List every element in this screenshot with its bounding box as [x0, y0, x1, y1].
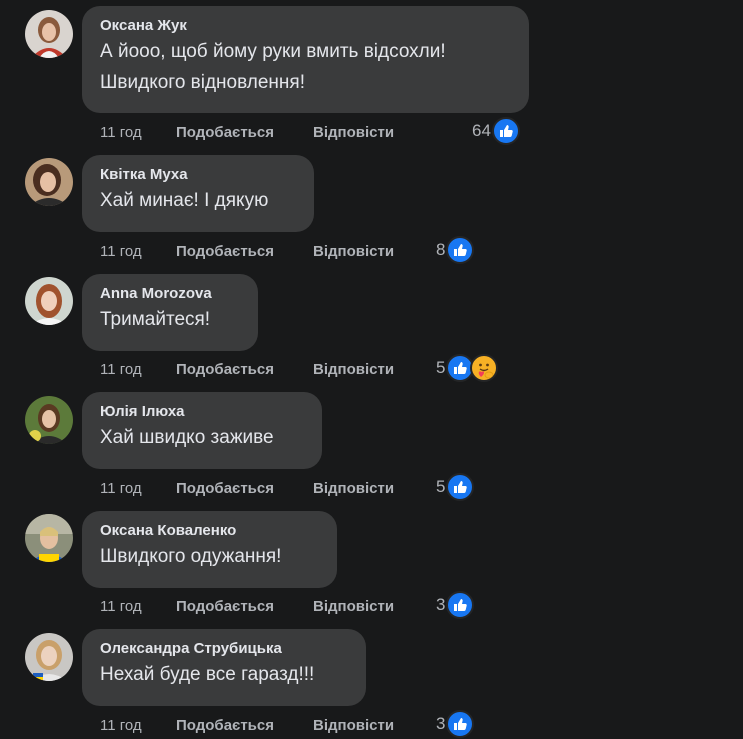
avatar[interactable]: [25, 514, 73, 562]
comment-text: Тримайтеся!: [100, 309, 211, 330]
reaction-summary[interactable]: 64: [472, 117, 520, 145]
avatar[interactable]: [25, 633, 73, 681]
care-icon: [470, 354, 499, 382]
comment-author[interactable]: Квітка Муха: [100, 165, 297, 185]
avatar[interactable]: [25, 277, 73, 325]
comment-time[interactable]: 11 год: [100, 717, 176, 734]
like-button[interactable]: Подобається: [176, 717, 313, 734]
reaction-summary[interactable]: 8: [436, 236, 475, 264]
reaction-count: 5: [436, 358, 446, 377]
reaction-summary[interactable]: 5: [436, 354, 499, 382]
comment-actions: 11 год Подобається Відповісти: [100, 714, 394, 736]
comment-bubble: Квітка Муха Хай минає! І дякую: [82, 155, 314, 232]
reply-button[interactable]: Відповісти: [313, 480, 394, 497]
comment-author[interactable]: Оксана Жук: [100, 16, 512, 36]
comment-bubble: Оксана Жук А йооо, щоб йому руки вмить в…: [82, 6, 529, 113]
comment-actions: 11 год Подобається Відповісти: [100, 121, 394, 143]
comment-time[interactable]: 11 год: [100, 361, 176, 378]
comment-author[interactable]: Оксана Коваленко: [100, 521, 320, 541]
like-icon: [446, 591, 475, 619]
like-icon: [446, 473, 475, 501]
like-icon: [446, 710, 475, 738]
comment-bubble: Юлія Ілюха Хай швидко заживе: [82, 392, 322, 469]
like-button[interactable]: Подобається: [176, 480, 313, 497]
like-button[interactable]: Подобається: [176, 361, 313, 378]
comment-actions: 11 год Подобається Відповісти: [100, 595, 394, 617]
comment-bubble: Оксана Коваленко Швидкого одужання!: [82, 511, 337, 588]
comment-bubble: Олександра Струбицька Нехай буде все гар…: [82, 629, 366, 706]
avatar[interactable]: [25, 10, 73, 58]
reaction-count: 8: [436, 240, 446, 259]
comment-text: Швидкого одужання!: [100, 546, 282, 567]
reaction-summary[interactable]: 5: [436, 473, 475, 501]
reaction-count: 3: [436, 714, 446, 733]
comment-time[interactable]: 11 год: [100, 243, 176, 260]
like-button[interactable]: Подобається: [176, 243, 313, 260]
comment-text: Хай минає! І дякую: [100, 190, 269, 211]
reply-button[interactable]: Відповісти: [313, 717, 394, 734]
comment-time[interactable]: 11 год: [100, 124, 176, 141]
reply-button[interactable]: Відповісти: [313, 243, 394, 260]
comment-text: Хай швидко заживе: [100, 427, 274, 448]
reply-button[interactable]: Відповісти: [313, 361, 394, 378]
comment-time[interactable]: 11 год: [100, 480, 176, 497]
comment-author[interactable]: Олександра Струбицька: [100, 639, 349, 659]
reaction-count: 5: [436, 477, 446, 496]
comment-text: А йооо, щоб йому руки вмить відсохли! Шв…: [100, 41, 446, 93]
avatar[interactable]: [25, 396, 73, 444]
comment-actions: 11 год Подобається Відповісти: [100, 358, 394, 380]
like-icon: [491, 117, 520, 145]
comment-actions: 11 год Подобається Відповісти: [100, 477, 394, 499]
reaction-summary[interactable]: 3: [436, 710, 475, 738]
reaction-count: 64: [472, 121, 491, 140]
comment-bubble: Anna Morozova Тримайтеся!: [82, 274, 258, 351]
reaction-summary[interactable]: 3: [436, 591, 475, 619]
like-button[interactable]: Подобається: [176, 598, 313, 615]
reaction-count: 3: [436, 595, 446, 614]
comment-time[interactable]: 11 год: [100, 598, 176, 615]
avatar[interactable]: [25, 158, 73, 206]
comment-actions: 11 год Подобається Відповісти: [100, 240, 394, 262]
comment-text: Нехай буде все гаразд!!!: [100, 664, 315, 685]
like-button[interactable]: Подобається: [176, 124, 313, 141]
comment-author[interactable]: Anna Morozova: [100, 284, 241, 304]
reply-button[interactable]: Відповісти: [313, 124, 394, 141]
like-icon: [446, 236, 475, 264]
comment-author[interactable]: Юлія Ілюха: [100, 402, 305, 422]
reply-button[interactable]: Відповісти: [313, 598, 394, 615]
